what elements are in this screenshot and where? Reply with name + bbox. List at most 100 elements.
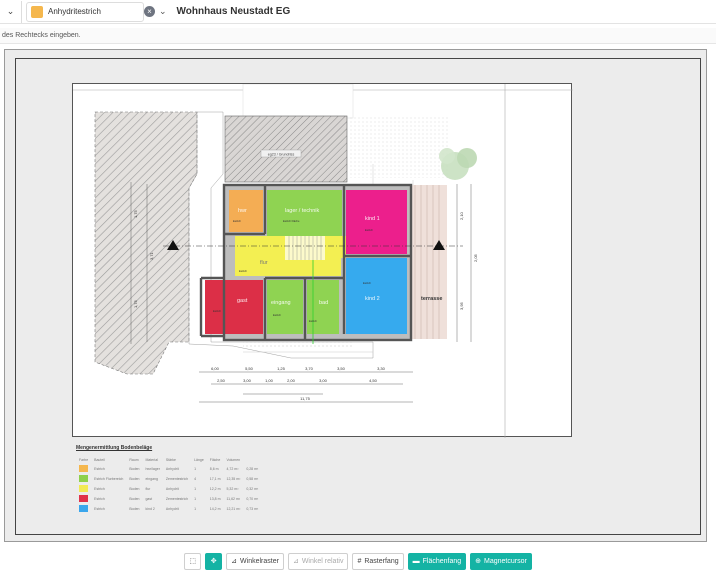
snap-tool-button[interactable]: ✥ bbox=[205, 552, 223, 570]
winkel-relativ-button[interactable]: ⊿ Winkel relativ bbox=[287, 552, 349, 570]
dim-right-2: 2,05 bbox=[473, 253, 478, 262]
material-select[interactable]: Anhydritestrich bbox=[26, 1, 144, 22]
terrain-left-hatch bbox=[94, 111, 198, 375]
dim-top-3: 1,25 bbox=[277, 366, 286, 371]
legend-cell: 11,62 m² bbox=[226, 497, 241, 501]
legend-cell: 1 bbox=[194, 507, 197, 511]
legend-header-row: Farbe Bauteil Raum Material Stärke Länge… bbox=[76, 455, 261, 464]
legend-cell: Boden bbox=[129, 477, 140, 481]
legend-cell: hwr/lager bbox=[145, 467, 160, 471]
dim-bottom-5: 3,00 bbox=[319, 378, 328, 383]
legend-cell: Estrich bbox=[94, 497, 105, 501]
legend-cell: Boden bbox=[129, 487, 140, 491]
legend-cell: 0,73 m³ bbox=[246, 507, 259, 511]
legend-cell: Boden bbox=[129, 507, 140, 511]
legend-cell: 4 bbox=[194, 477, 197, 481]
dim-bottom-3: 1,00 bbox=[265, 378, 274, 383]
color-swatch bbox=[79, 475, 88, 482]
grid-icon: # bbox=[357, 557, 362, 565]
top-bar: ⌄ Anhydritestrich × ⌄ Wohnhaus Neustadt … bbox=[0, 0, 716, 24]
dim-left-1: 1,75 bbox=[133, 209, 138, 218]
legend-cell: Boden bbox=[129, 467, 140, 471]
magnet-icon: ⊕ bbox=[475, 558, 482, 565]
legend-row: Estrich Boden kind 2 Anhydrit 1 14,2 m 12,21 m… bbox=[76, 504, 261, 514]
project-title: Wohnhaus Neustadt EG bbox=[176, 6, 291, 17]
dim-left-2: 3,71 bbox=[149, 251, 154, 260]
chevron-down-icon[interactable]: ⌄ bbox=[159, 6, 167, 17]
legend-title: Mengenermittlung Bodenbeläge bbox=[76, 445, 153, 451]
dim-bottom-2: 3,00 bbox=[243, 378, 252, 383]
legend-cell: Zementestrich bbox=[165, 477, 189, 481]
room-label-gast: gast bbox=[237, 298, 248, 304]
legend-cell: Anhydrit bbox=[165, 487, 179, 491]
winkelraster-button[interactable]: ⊿ Winkelraster bbox=[226, 552, 284, 570]
floor-plan-drawing[interactable]: eg23 / Grundriss terrasse hwr lager / te… bbox=[72, 83, 573, 438]
snap-icon: ✥ bbox=[210, 558, 217, 565]
sheet-frame: eg23 / Grundriss terrasse hwr lager / te… bbox=[4, 49, 707, 542]
legend-header: Raum bbox=[129, 457, 139, 462]
legend-cell: 12,21 m² bbox=[226, 507, 241, 511]
magnetcursor-button[interactable]: ⊕ Magnetcursor bbox=[470, 552, 532, 570]
color-swatch bbox=[79, 485, 88, 492]
select-tool-button[interactable]: ⬚ bbox=[184, 552, 202, 570]
room-eingang[interactable] bbox=[267, 280, 303, 334]
legend-cell: eingang bbox=[145, 477, 158, 481]
svg-text:Estrich: Estrich bbox=[233, 219, 241, 223]
cursor-icon: ⬚ bbox=[189, 558, 196, 565]
clear-icon[interactable]: × bbox=[144, 6, 155, 17]
svg-text:Estrich: Estrich bbox=[273, 313, 281, 317]
legend-cell: 8,6 m bbox=[209, 467, 219, 471]
room-label-kind1: kind 1 bbox=[365, 216, 380, 222]
legend-cell: kind 2 bbox=[145, 507, 155, 511]
legend-swatch bbox=[76, 474, 91, 484]
room-bad[interactable] bbox=[307, 280, 339, 334]
legend-cell: Estrich bbox=[94, 467, 105, 471]
legend-cell: 14,2 m bbox=[209, 507, 221, 511]
garden-dots bbox=[349, 116, 449, 178]
room-gast[interactable] bbox=[205, 280, 263, 334]
material-select-label: Anhydritestrich bbox=[48, 7, 101, 16]
instruction-hint: des Rechtecks eingeben. bbox=[0, 28, 716, 44]
legend-cell: 12,2 m bbox=[209, 487, 221, 491]
legend-header: Bauteil bbox=[94, 457, 105, 462]
color-swatch bbox=[79, 505, 88, 512]
legend-header: Volumen bbox=[226, 457, 241, 462]
svg-text:Estrich: Estrich bbox=[213, 309, 221, 313]
legend-cell: 5,32 m² bbox=[226, 487, 239, 491]
legend-header: Länge bbox=[194, 457, 204, 462]
legend-cell: 17,1 m bbox=[209, 477, 221, 481]
dim-bottom-1: 2,50 bbox=[217, 378, 226, 383]
dim-right-1: 2,10 bbox=[459, 211, 464, 220]
legend-swatch bbox=[76, 504, 91, 514]
svg-text:Estrich: Estrich bbox=[239, 269, 247, 273]
dim-bottom-6: 4,50 bbox=[369, 378, 378, 383]
room-kind1[interactable] bbox=[346, 190, 407, 254]
legend-swatch bbox=[76, 494, 91, 504]
svg-text:Estrich: Estrich bbox=[363, 281, 371, 285]
plan-canvas[interactable]: eg23 / Grundriss terrasse hwr lager / te… bbox=[0, 45, 716, 548]
legend-cell: Estrich bbox=[94, 487, 105, 491]
angle-relative-icon: ⊿ bbox=[292, 558, 299, 565]
sheet-inner-frame: eg23 / Grundriss terrasse hwr lager / te… bbox=[15, 58, 701, 535]
rasterfang-button[interactable]: # Rasterfang bbox=[352, 552, 404, 570]
dim-top-1: 6,00 bbox=[211, 366, 220, 371]
legend-header: Stärke bbox=[165, 457, 176, 462]
legend-cell: Boden bbox=[129, 497, 140, 501]
legend-swatch bbox=[76, 484, 91, 494]
legend-cell: 13,8 m bbox=[209, 497, 221, 501]
flaechenfang-button[interactable]: ▬ Flächenfang bbox=[407, 552, 467, 570]
legend-cell: 1 bbox=[194, 487, 197, 491]
carport-label: eg23 / Grundriss bbox=[268, 153, 295, 157]
room-label-bad: bad bbox=[319, 300, 328, 306]
dim-bottom-4: 2,00 bbox=[287, 378, 296, 383]
carport-hatch bbox=[224, 115, 348, 183]
dim-top-2: 5,50 bbox=[245, 366, 254, 371]
chevron-down-icon[interactable]: ⌄ bbox=[0, 0, 22, 23]
bottom-toolbar: ⬚ ✥ ⊿ Winkelraster ⊿ Winkel relativ # Raste… bbox=[0, 549, 716, 573]
legend-row: Estrich Boden flur Anhydrit 1 12,2 m 5,32 m² 0,… bbox=[76, 484, 261, 494]
legend-cell: gast bbox=[145, 497, 153, 501]
dim-top-4: 3,70 bbox=[305, 366, 314, 371]
room-label-hwr: hwr bbox=[238, 208, 247, 214]
legend-cell: 4,72 m² bbox=[226, 467, 239, 471]
color-swatch bbox=[79, 465, 88, 472]
